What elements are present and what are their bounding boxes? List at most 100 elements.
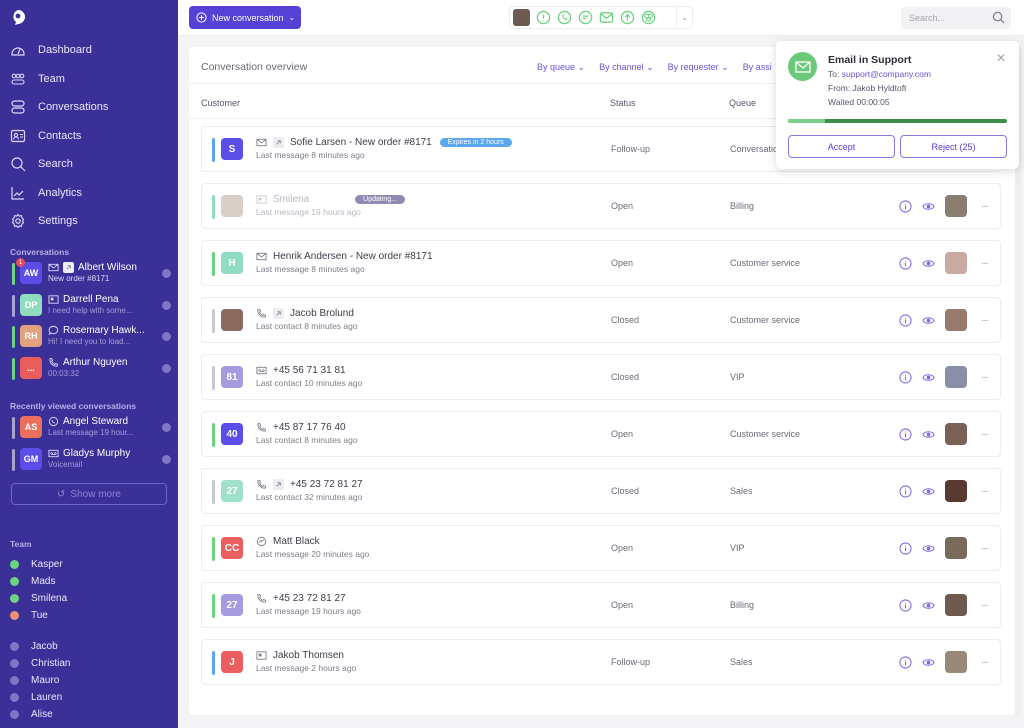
show-more-button[interactable]: ↺ Show more [11,483,167,505]
eye-icon[interactable] [922,599,935,612]
filter-dropdown[interactable]: By queue [537,62,585,73]
to-email-link[interactable]: support@company.com [842,69,931,79]
eye-icon[interactable] [922,428,935,441]
status-icon[interactable] [536,10,551,25]
table-row[interactable]: CC Matt Black Last message 20 minutes ago O… [201,525,1001,571]
table-row[interactable]: Jacob Brolund Last contact 8 minutes ago C… [201,297,1001,343]
avatar: AS [20,416,42,438]
assignee-avatar[interactable] [945,537,967,559]
info-icon[interactable] [899,370,912,384]
app-logo-icon[interactable] [10,9,26,25]
table-row[interactable]: 27 +45 23 72 81 27 Last message 19 hours a… [201,582,1001,628]
sidebar-conversation-item[interactable]: DP Darrell Pena I need help with some... [10,290,175,322]
eye-icon[interactable] [922,485,935,498]
new-conversation-button[interactable]: New conversation ⌄ [189,6,301,29]
team-member[interactable]: Lauren [10,689,170,706]
table-row[interactable]: J Jakob Thomsen Last message 2 hours ago Fo… [201,639,1001,685]
column-customer[interactable]: Customer [201,98,240,108]
team-member[interactable]: Mads [10,573,170,590]
channel-availability[interactable]: ⌄ [509,6,693,29]
eye-icon[interactable] [922,542,935,555]
assignee-avatar[interactable] [945,252,967,274]
sidebar-item-dashboard[interactable]: Dashboard [0,36,178,65]
more-options-icon[interactable]: ··· [981,372,989,383]
eye-icon[interactable] [922,200,935,213]
accept-button[interactable]: Accept [788,135,895,158]
close-icon[interactable]: ✕ [996,51,1006,65]
whatsapp-icon [48,416,59,427]
social-channel-icon[interactable] [641,10,656,25]
search-icon[interactable] [992,11,1005,24]
more-options-icon[interactable]: ··· [981,657,989,668]
info-icon[interactable] [899,598,912,612]
assignee-avatar[interactable] [945,423,967,445]
search-input[interactable]: Search... [901,7,1011,29]
eye-icon[interactable] [922,314,935,327]
table-row[interactable]: Smilena Updating... Last message 19 hours … [201,183,1001,229]
eye-icon[interactable] [922,371,935,384]
team-member[interactable]: Jacob [10,638,170,655]
chat-channel-icon[interactable] [578,10,593,25]
table-row[interactable]: H Henrik Andersen - New order #8171 Last m… [201,240,1001,286]
close-conversation-icon[interactable] [162,332,171,341]
info-icon[interactable] [899,427,912,441]
info-icon[interactable] [899,313,912,327]
sidebar-conversation-item[interactable]: AS Angel Steward Last message 19 hour... [10,412,175,444]
assignee-avatar[interactable] [945,651,967,673]
more-options-icon[interactable]: ··· [981,258,989,269]
table-row[interactable]: 40 +45 87 17 76 40 Last contact 8 minutes … [201,411,1001,457]
info-icon[interactable] [899,256,912,270]
filter-dropdown[interactable]: By channel [599,62,654,73]
sidebar-item-settings[interactable]: Settings [0,207,178,236]
outgoing-icon [273,137,284,148]
info-icon[interactable] [899,199,912,213]
close-conversation-icon[interactable] [162,454,171,464]
sidebar-conversation-item[interactable]: ... Arthur Nguyen 00:03:32 [10,353,175,385]
assignee-avatar[interactable] [945,594,967,616]
table-row[interactable]: 81 +45 56 71 31 81 Last contact 10 minutes… [201,354,1001,400]
assignee-avatar[interactable] [945,480,967,502]
assignee-avatar[interactable] [945,195,967,217]
assignee-avatar[interactable] [945,309,967,331]
close-conversation-icon[interactable] [162,269,171,278]
info-icon[interactable] [899,484,912,498]
table-row[interactable]: 27 +45 23 72 81 27 Last contact 32 minutes… [201,468,1001,514]
close-conversation-icon[interactable] [162,300,171,310]
my-avatar[interactable] [513,9,530,26]
info-icon[interactable] [899,541,912,555]
column-queue[interactable]: Queue [729,98,756,108]
sidebar-item-team[interactable]: Team [0,65,178,94]
more-options-icon[interactable]: ··· [981,486,989,497]
reject-button[interactable]: Reject (25) [900,135,1007,158]
more-options-icon[interactable]: ··· [981,543,989,554]
more-options-icon[interactable]: ··· [981,429,989,440]
team-member[interactable]: Mauro [10,672,170,689]
eye-icon[interactable] [922,656,935,669]
column-status[interactable]: Status [610,98,636,108]
team-member[interactable]: Tue [10,607,170,624]
info-icon[interactable] [899,655,912,669]
team-member[interactable]: Smilena [10,590,170,607]
team-member[interactable]: Christian [10,655,170,672]
more-options-icon[interactable]: ··· [981,600,989,611]
team-member[interactable]: Alise [10,706,170,723]
close-conversation-icon[interactable] [162,363,171,373]
channels-dropdown-toggle[interactable]: ⌄ [676,7,692,28]
phone-channel-icon[interactable] [557,10,572,25]
sidebar-item-contacts[interactable]: Contacts [0,122,178,151]
sidebar-conversation-item[interactable]: GM Gladys Murphy Voicemail [10,444,175,476]
assignee-avatar[interactable] [945,366,967,388]
close-conversation-icon[interactable] [162,423,171,432]
sidebar-item-conversations[interactable]: Conversations [0,93,178,122]
more-options-icon[interactable]: ··· [981,201,989,212]
eye-icon[interactable] [922,257,935,270]
filter-dropdown[interactable]: By requester [668,62,729,73]
team-member[interactable]: Kasper [10,556,170,573]
email-channel-icon[interactable] [599,10,614,25]
sidebar-conversation-item[interactable]: 1 AW Albert Wilson New order #8171 [10,258,175,290]
more-options-icon[interactable]: ··· [981,315,989,326]
sidebar-conversation-item[interactable]: RH Rosemary Hawk... Hi! I need you to load… [10,321,175,353]
sidebar-item-search[interactable]: Search [0,150,178,179]
upload-channel-icon[interactable] [620,10,635,25]
sidebar-item-analytics[interactable]: Analytics [0,179,178,208]
